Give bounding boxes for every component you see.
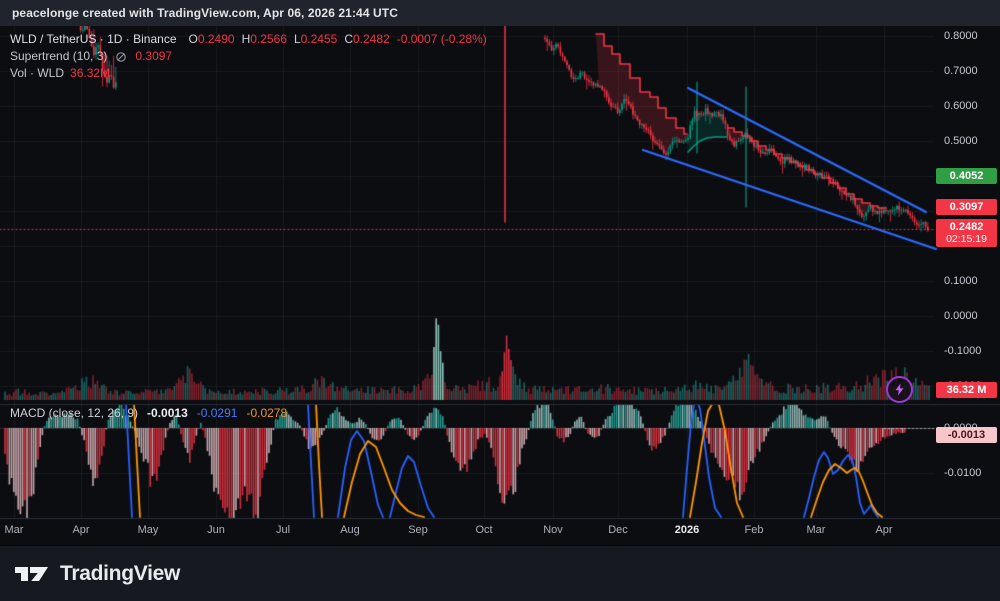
open-value: 0.2490 bbox=[198, 32, 235, 46]
price-tick: 0.5000 bbox=[944, 135, 978, 147]
chart-area: WLD / TetherUS · 1D · Binance O0.2490 H0… bbox=[0, 26, 1000, 545]
volume-name: Vol · WLD bbox=[10, 65, 64, 82]
lightning-button[interactable] bbox=[886, 376, 913, 403]
price-tick: 0.1000 bbox=[944, 275, 978, 287]
change-value: -0.0007 (-0.28%) bbox=[397, 31, 487, 48]
price-badge: 36.32 M bbox=[936, 382, 997, 398]
volume-value: 36.32M bbox=[70, 65, 110, 82]
price-badge: 0.3097 bbox=[936, 199, 997, 215]
price-tick: 0.6000 bbox=[944, 100, 978, 112]
volume-legend-row[interactable]: Vol · WLD 36.32M bbox=[10, 65, 487, 82]
time-axis[interactable]: Mar Apr May Jun Jul Aug Sep Oct Nov Dec 2026 Feb Mar… bbox=[0, 518, 934, 545]
price-badge: -0.0013 bbox=[936, 427, 997, 443]
high-value: 0.2566 bbox=[250, 32, 287, 46]
tradingview-logo-icon[interactable] bbox=[14, 561, 50, 587]
close-label: C bbox=[344, 32, 353, 46]
time-label: Jun bbox=[207, 524, 225, 536]
high-label: H bbox=[242, 32, 251, 46]
price-tick: 0.8000 bbox=[944, 30, 978, 42]
price-badge: 0.4052 bbox=[936, 168, 997, 184]
price-tick: -0.0100 bbox=[944, 467, 981, 479]
symbol-title: WLD / TetherUS · 1D · Binance bbox=[10, 31, 177, 48]
time-label: Jul bbox=[276, 524, 290, 536]
low-label: L bbox=[294, 32, 301, 46]
time-label: Oct bbox=[475, 524, 492, 536]
attribution-bar: peacelonge created with TradingView.com,… bbox=[0, 0, 1000, 26]
price-badge: 0.248202:15:19 bbox=[936, 219, 997, 247]
time-label: Mar bbox=[807, 524, 826, 536]
lightning-icon bbox=[893, 383, 906, 396]
macd-legend-row[interactable]: MACD (close, 12, 26, 9) -0.0013 -0.0291 … bbox=[10, 406, 287, 420]
supertrend-value: 0.3097 bbox=[135, 48, 172, 65]
supertrend-legend-row[interactable]: Supertrend (10, 3) 0.3097 bbox=[10, 48, 487, 65]
macd-hist-value: -0.0013 bbox=[147, 406, 188, 420]
footer-bar: TradingView bbox=[0, 545, 1000, 601]
close-value: 0.2482 bbox=[353, 32, 390, 46]
tradingview-app: peacelonge created with TradingView.com,… bbox=[0, 0, 1000, 600]
price-tick: 0.0000 bbox=[944, 310, 978, 322]
chart-legend: WLD / TetherUS · 1D · Binance O0.2490 H0… bbox=[10, 31, 487, 82]
tradingview-brand[interactable]: TradingView bbox=[60, 562, 180, 586]
price-tick: -0.1000 bbox=[944, 345, 981, 357]
time-label: Dec bbox=[608, 524, 628, 536]
open-label: O bbox=[189, 32, 198, 46]
symbol-legend-row[interactable]: WLD / TetherUS · 1D · Binance O0.2490 H0… bbox=[10, 31, 487, 48]
chart-canvas[interactable] bbox=[0, 26, 1000, 545]
time-label: 2026 bbox=[675, 524, 699, 536]
time-label: Apr bbox=[875, 524, 892, 536]
time-label: Apr bbox=[72, 524, 89, 536]
time-label: Nov bbox=[543, 524, 563, 536]
time-label: Mar bbox=[5, 524, 24, 536]
ohlc-values: O0.2490 H0.2566 L0.2455 C0.2482 -0.0007 … bbox=[189, 31, 487, 48]
time-label: May bbox=[138, 524, 159, 536]
low-value: 0.2455 bbox=[301, 32, 338, 46]
time-label: Sep bbox=[408, 524, 428, 536]
supertrend-name: Supertrend (10, 3) bbox=[10, 48, 107, 65]
macd-name: MACD (close, 12, 26, 9) bbox=[10, 406, 138, 420]
price-tick: 0.7000 bbox=[944, 65, 978, 77]
attribution-text: peacelonge created with TradingView.com,… bbox=[12, 6, 398, 20]
eye-off-icon[interactable] bbox=[115, 51, 127, 63]
time-label: Aug bbox=[340, 524, 360, 536]
price-axis[interactable]: 0.8000 0.7000 0.6000 0.5000 0.1000 0.0000 -0.1… bbox=[934, 26, 1000, 518]
time-label: Feb bbox=[745, 524, 764, 536]
macd-signal-value: -0.0278 bbox=[246, 406, 287, 420]
macd-line-value: -0.0291 bbox=[197, 406, 238, 420]
